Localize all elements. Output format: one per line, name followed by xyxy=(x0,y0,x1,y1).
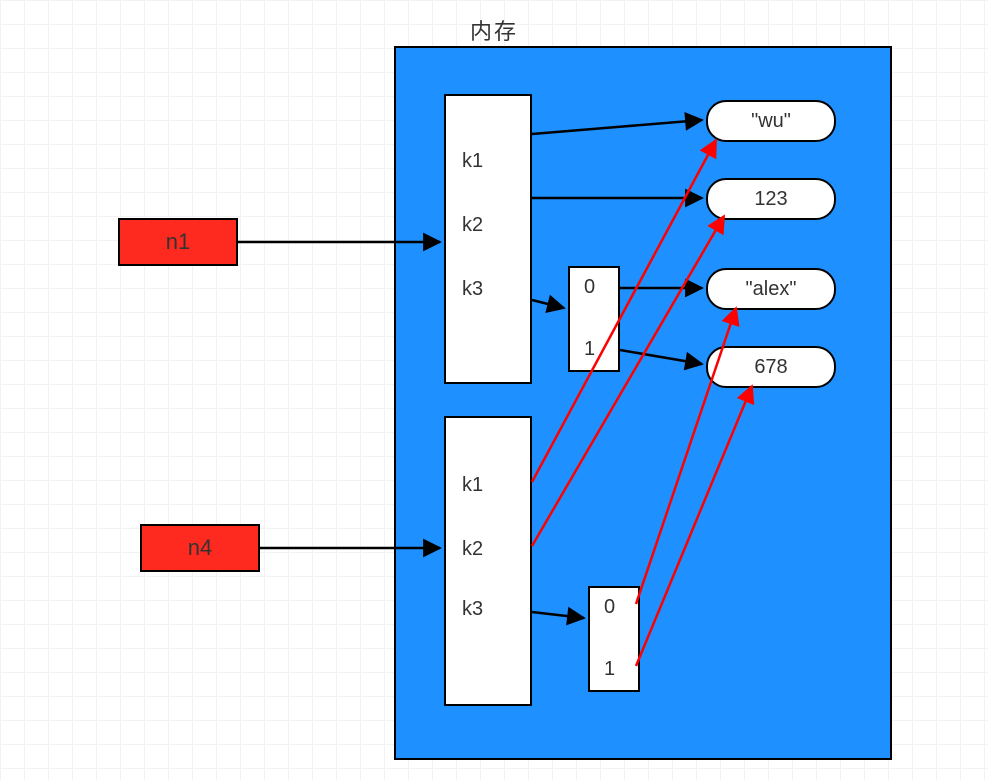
dict2-k2: k2 xyxy=(462,538,483,561)
var-n1-label: n1 xyxy=(166,229,190,255)
value-alex: "alex" xyxy=(706,268,836,310)
value-678-label: 678 xyxy=(754,356,787,379)
value-678: 678 xyxy=(706,346,836,388)
value-wu-label: "wu" xyxy=(751,110,791,133)
list2-1: 1 xyxy=(604,658,615,681)
value-123-label: 123 xyxy=(754,188,787,211)
memory-title: 内存 xyxy=(0,14,988,46)
value-123: 123 xyxy=(706,178,836,220)
dict1-k3: k3 xyxy=(462,278,483,301)
list2-0: 0 xyxy=(604,596,615,619)
dict2-k1: k1 xyxy=(462,474,483,497)
var-n4: n4 xyxy=(140,524,260,572)
dict2-box xyxy=(444,416,532,706)
list1-1: 1 xyxy=(584,338,595,361)
dict1-box xyxy=(444,94,532,384)
var-n1: n1 xyxy=(118,218,238,266)
diagram-canvas: 内存 n1 n4 k1 k2 k3 0 1 k1 k2 k3 0 1 "wu" … xyxy=(0,0,988,780)
dict2-k3: k3 xyxy=(462,598,483,621)
value-alex-label: "alex" xyxy=(746,278,797,301)
var-n4-label: n4 xyxy=(188,535,212,561)
list1-0: 0 xyxy=(584,276,595,299)
dict1-k1: k1 xyxy=(462,150,483,173)
value-wu: "wu" xyxy=(706,100,836,142)
dict1-k2: k2 xyxy=(462,214,483,237)
